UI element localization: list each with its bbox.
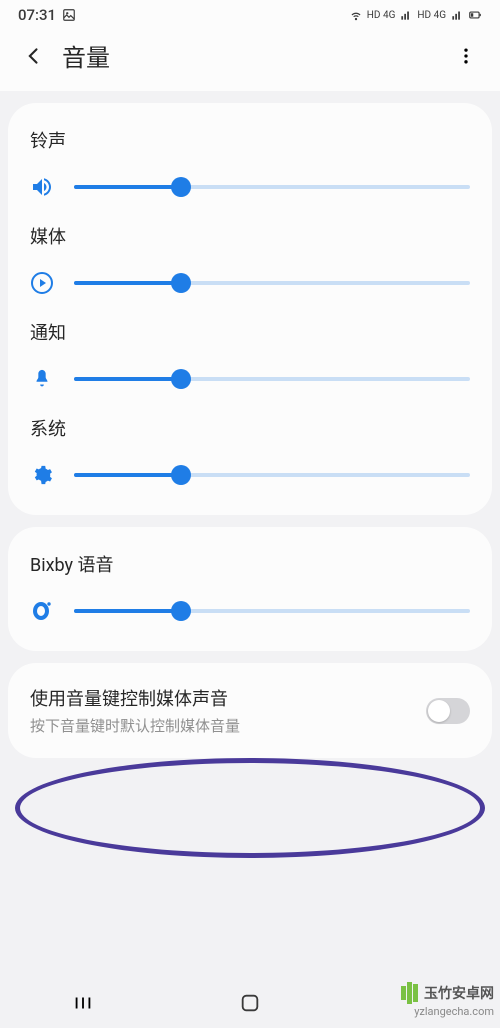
volume-label: 系统: [30, 415, 470, 441]
volume-icon: [30, 175, 54, 199]
volume-section-media: 媒体: [30, 217, 470, 313]
bixby-card: Bixby 语音: [8, 527, 492, 651]
recents-icon: [72, 992, 94, 1014]
notification-slider[interactable]: [74, 367, 470, 391]
status-left: 07:31: [18, 6, 76, 24]
signal-icon-2: [450, 8, 464, 22]
ringtone-slider[interactable]: [74, 175, 470, 199]
net-indicator-2: HD 4G: [417, 10, 446, 21]
more-button[interactable]: [452, 42, 480, 70]
watermark: 玉竹安卓网 yzlangecha.com: [401, 982, 494, 1018]
toggle-title: 使用音量键控制媒体声音: [30, 685, 426, 711]
status-right: HD 4G HD 4G: [349, 8, 482, 22]
bixby-slider[interactable]: [74, 599, 470, 623]
volume-section-ringtone: 铃声: [30, 121, 470, 217]
chevron-left-icon: [24, 46, 44, 66]
back-button[interactable]: [20, 42, 48, 70]
volume-section-system: 系统: [30, 409, 470, 505]
watermark-url: yzlangecha.com: [414, 1005, 494, 1018]
net-indicator-1: HD 4G: [367, 10, 396, 21]
volume-section-notification: 通知: [30, 313, 470, 409]
gallery-icon: [62, 8, 76, 22]
bell-icon: [30, 367, 54, 391]
page-title: 音量: [62, 38, 452, 73]
media-key-switch[interactable]: [426, 698, 470, 724]
media-key-toggle-card: 使用音量键控制媒体声音 按下音量键时默认控制媒体音量: [8, 663, 492, 758]
play-icon: [30, 271, 54, 295]
signal-icon-1: [399, 8, 413, 22]
volume-section-bixby: Bixby 语音: [30, 545, 470, 641]
highlight-annotation: [15, 758, 485, 858]
status-bar: 07:31 HD 4G HD 4G: [0, 0, 500, 28]
home-icon: [239, 992, 261, 1014]
nav-recents-button[interactable]: [71, 991, 95, 1015]
volume-label: 通知: [30, 319, 470, 345]
volume-label: 媒体: [30, 223, 470, 249]
watermark-text: 玉竹安卓网: [424, 983, 494, 1003]
volume-label: 铃声: [30, 127, 470, 153]
volume-label: Bixby 语音: [30, 551, 470, 577]
media-slider[interactable]: [74, 271, 470, 295]
gear-icon: [30, 463, 54, 487]
toggle-subtitle: 按下音量键时默认控制媒体音量: [30, 715, 426, 736]
bixby-icon: [30, 599, 54, 623]
battery-icon: [468, 8, 482, 22]
nav-home-button[interactable]: [238, 991, 262, 1015]
system-slider[interactable]: [74, 463, 470, 487]
volume-card: 铃声 媒体 通知: [8, 103, 492, 515]
clock: 07:31: [18, 6, 56, 24]
header: 音量: [0, 28, 500, 91]
switch-knob: [428, 700, 450, 722]
wifi-icon: [349, 8, 363, 22]
more-vert-icon: [456, 46, 476, 66]
